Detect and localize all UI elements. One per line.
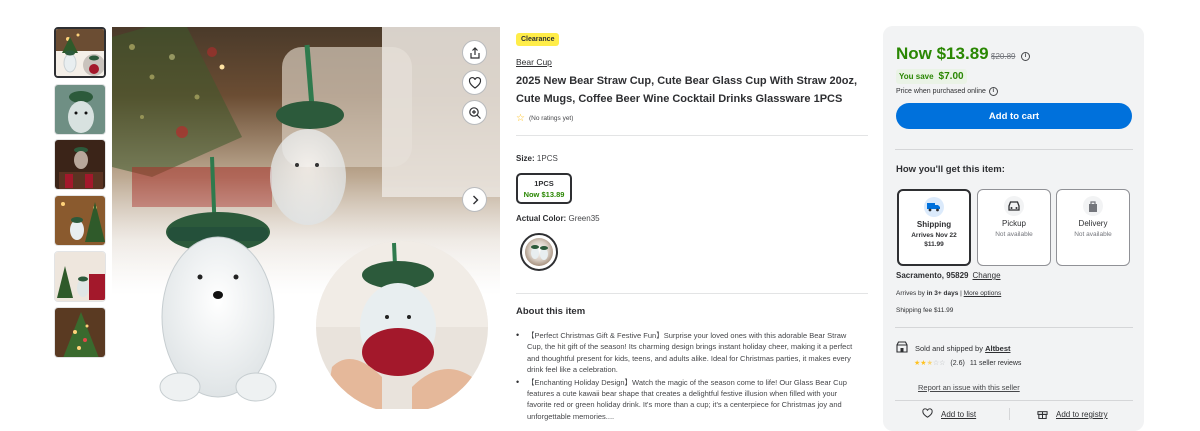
- fulfillment-name: Delivery: [1078, 219, 1108, 228]
- add-to-list-label: Add to list: [941, 409, 977, 419]
- size-label: Size: 1PCS: [516, 154, 558, 163]
- zoom-button[interactable]: [462, 100, 487, 125]
- truck-icon: [924, 197, 944, 217]
- size-option-name: 1PCS: [534, 179, 554, 188]
- location-text: Sacramento, 95829: [896, 271, 969, 280]
- about-title: About this item: [516, 306, 586, 317]
- price-when-purchased-text: Price when purchased online: [896, 88, 986, 95]
- seller-info: Sold and shipped by Altbest: [896, 341, 1010, 355]
- store-icon: [896, 341, 908, 355]
- thumbnail-2[interactable]: [54, 84, 106, 135]
- arrives-by: Arrives by in 3+ days | More options: [896, 290, 1001, 297]
- share-icon: [469, 46, 480, 59]
- you-save-amount: $7.00: [938, 71, 964, 82]
- info-icon[interactable]: i: [1021, 52, 1030, 61]
- seller-rating[interactable]: ★★★☆☆ (2.6) 11 seller reviews: [914, 359, 1022, 368]
- you-save: You save $7.00: [896, 69, 967, 84]
- price-when-purchased: Price when purchased online i: [896, 87, 998, 96]
- divider: [1009, 408, 1010, 420]
- heart-icon: [922, 408, 933, 420]
- fulfillment-delivery[interactable]: Delivery Not available: [1056, 189, 1130, 266]
- about-bullets: 【Perfect Christmas Gift & Festive Fun】Su…: [516, 330, 861, 423]
- fulfillment-name: Pickup: [1001, 219, 1026, 228]
- thumbnail-5[interactable]: [54, 251, 106, 302]
- favorite-button[interactable]: [462, 70, 487, 95]
- share-button[interactable]: [462, 40, 487, 65]
- report-seller-link[interactable]: Report an issue with this seller: [918, 383, 1020, 392]
- fulfillment-arrival: Arrives Nov 22: [911, 232, 957, 239]
- fulfillment-name: Shipping: [916, 220, 952, 229]
- arrives-prefix: Arrives by: [896, 290, 925, 297]
- fulfillment-pickup[interactable]: Pickup Not available: [977, 189, 1051, 266]
- current-price: Now $13.89: [896, 44, 989, 63]
- add-to-cart-button[interactable]: Add to cart: [896, 103, 1132, 129]
- thumbnail-3[interactable]: [54, 139, 106, 190]
- product-rating[interactable]: ☆ (No ratings yet): [516, 113, 573, 124]
- fulfillment-shipping[interactable]: Shipping Arrives Nov 22 $11.99: [897, 189, 971, 266]
- color-swatch-green35[interactable]: [520, 233, 558, 271]
- thumbnail-1[interactable]: [54, 27, 106, 78]
- divider: [895, 149, 1133, 150]
- divider: [516, 135, 868, 136]
- add-to-list-button[interactable]: Add to list: [922, 408, 976, 420]
- about-bullet: 【Enchanting Holiday Design】Watch the mag…: [516, 377, 861, 423]
- fulfillment-availability: Not available: [1074, 231, 1112, 238]
- star-rating-icon: ★★★☆☆: [914, 360, 946, 367]
- heart-icon: [468, 76, 481, 89]
- you-save-label: You save: [899, 72, 934, 81]
- divider: [895, 327, 1133, 328]
- brand-link[interactable]: Bear Cup: [516, 57, 552, 67]
- about-bullet: 【Perfect Christmas Gift & Festive Fun】Su…: [516, 330, 861, 376]
- rating-text: (No ratings yet): [528, 115, 574, 122]
- add-to-registry-button[interactable]: Add to registry: [1037, 408, 1108, 421]
- divider: [895, 400, 1133, 401]
- bag-icon: [1083, 196, 1103, 216]
- divider: [516, 293, 868, 294]
- delivery-location: Sacramento, 95829 Change: [896, 271, 1001, 280]
- change-location-link[interactable]: Change: [973, 271, 1001, 280]
- shipping-fee: Shipping fee $11.99: [896, 307, 954, 314]
- clearance-badge: Clearance: [516, 33, 560, 46]
- fulfillment-title: How you'll get this item:: [896, 164, 1005, 175]
- arrives-time: in 3+ days: [926, 290, 959, 297]
- gift-icon: [1037, 408, 1048, 421]
- was-price: $20.89: [991, 52, 1016, 61]
- thumbnail-4[interactable]: [54, 195, 106, 246]
- seller-reviews: 11 seller reviews: [969, 359, 1022, 367]
- main-product-image[interactable]: [112, 27, 500, 409]
- seller-rating-value: (2.6): [950, 359, 965, 367]
- next-image-button[interactable]: [462, 187, 487, 212]
- car-icon: [1004, 196, 1024, 216]
- add-to-registry-label: Add to registry: [1056, 410, 1108, 419]
- zoom-in-icon: [468, 106, 481, 119]
- star-outline-icon: ☆: [516, 113, 525, 124]
- info-icon[interactable]: i: [988, 87, 998, 96]
- sold-by-text: Sold and shipped by: [915, 343, 983, 353]
- size-option-price: Now $13.89: [523, 190, 565, 199]
- color-label: Actual Color: Green35: [516, 214, 600, 223]
- product-title: 2025 New Bear Straw Cup, Cute Bear Glass…: [516, 75, 857, 105]
- seller-name-link[interactable]: Altbest: [985, 344, 1010, 353]
- fulfillment-cost: $11.99: [924, 240, 944, 248]
- chevron-right-icon: [472, 195, 478, 204]
- thumbnail-6[interactable]: [54, 307, 106, 358]
- more-options-link[interactable]: More options: [964, 290, 1002, 297]
- size-option-1pcs[interactable]: 1PCS Now $13.89: [516, 173, 572, 204]
- fulfillment-availability: Not available: [995, 231, 1033, 238]
